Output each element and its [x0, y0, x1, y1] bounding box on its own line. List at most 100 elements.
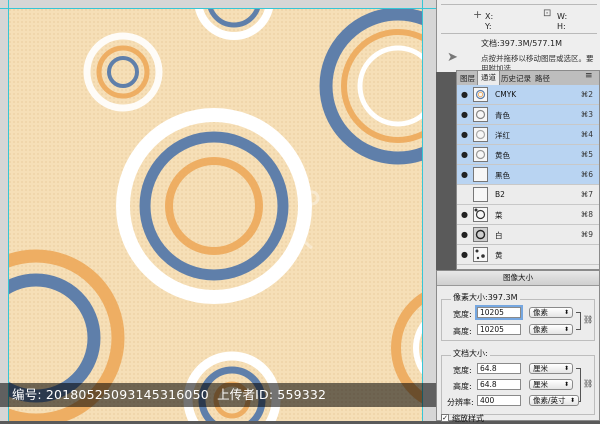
select-value: 像素 [533, 325, 548, 334]
channel-name: 黄色 [495, 151, 510, 160]
channel-thumbnail [473, 187, 488, 202]
select-value: 像素/英寸 [533, 396, 566, 405]
tab-history[interactable]: 历史记录 [501, 73, 531, 84]
channel-shortcut: ⌘8 [580, 210, 593, 219]
channel-thumbnail [473, 87, 488, 102]
dialog-title: 图像大小 [437, 271, 599, 286]
scale-styles-label: 缩放样式 [452, 414, 484, 423]
channel-name: 青色 [495, 111, 510, 120]
channel-shortcut: ⌘6 [580, 170, 593, 179]
visibility-eye-icon[interactable]: ● [461, 170, 468, 179]
pixel-height-unit-select[interactable]: 像素 ⬍ [529, 324, 573, 335]
channel-row-black[interactable]: ● 黑色 ⌘6 [457, 165, 599, 185]
watermark-number-label: 编号: [12, 387, 42, 402]
pixel-height-input[interactable]: 10205 [477, 324, 521, 335]
channel-row-huang[interactable]: ● 黄 [457, 245, 599, 265]
tab-channels[interactable]: 通道 [477, 71, 500, 85]
circle-pattern-artwork [8, 8, 422, 421]
doc-height-input[interactable]: 64.8 [477, 379, 521, 390]
info-divider [441, 33, 597, 34]
channel-row-cmyk[interactable]: ● CMYK ⌘2 [457, 85, 599, 105]
document-size-label: 文档大小: [451, 348, 490, 359]
channel-thumbnail [473, 227, 488, 242]
chevron-updown-icon: ⬍ [563, 365, 569, 372]
image-size-dialog: 图像大小 像素大小:397.3M 宽度: 10205 像素 ⬍ 高度: 10205… [436, 270, 600, 423]
pixel-height-label: 高度: [453, 327, 472, 336]
channel-row-cai[interactable]: ● 菜 ⌘8 [457, 205, 599, 225]
channel-thumbnail [473, 247, 488, 262]
doc-height-label: 高度: [453, 382, 472, 391]
channel-name: 黑色 [495, 171, 510, 180]
channel-name: CMYK [495, 90, 517, 99]
channel-thumbnail [473, 107, 488, 122]
chevron-updown-icon: ⬍ [563, 309, 569, 316]
channel-row-bai[interactable]: ● 白 ⌘9 [457, 225, 599, 245]
channels-panel-tabs: 图层 通道 历史记录 路径 ≡ [457, 71, 599, 86]
resolution-label: 分辨率: [447, 398, 474, 407]
pixel-width-label: 宽度: [453, 310, 472, 319]
guide-line-top[interactable] [0, 8, 436, 9]
channel-thumbnail [473, 147, 488, 162]
chevron-updown-icon: ⬍ [569, 397, 575, 404]
visibility-eye-icon[interactable]: ● [461, 90, 468, 99]
chevron-updown-icon: ⬍ [563, 381, 569, 388]
panel-menu-icon[interactable]: ≡ [585, 71, 593, 81]
tab-layers[interactable]: 图层 [460, 73, 475, 84]
channel-thumbnail [473, 207, 488, 222]
channel-row-magenta[interactable]: ● 洋红 ⌘4 [457, 125, 599, 145]
document-canvas-area[interactable]: 编号: 20180525093145316050 上传者ID: 559332 [0, 0, 436, 421]
pixel-width-input[interactable]: 10205 [477, 307, 521, 318]
channel-thumbnail [473, 167, 488, 182]
y-label: Y: [485, 22, 492, 31]
info-divider [441, 4, 597, 5]
h-label: H: [557, 22, 566, 31]
x-label: X: [485, 12, 494, 21]
channel-shortcut: ⌘2 [580, 90, 593, 99]
doc-width-input[interactable]: 64.8 [477, 363, 521, 374]
document-size-readout: 文档:397.3M/577.1M [481, 39, 562, 48]
channel-name: 黄 [495, 251, 503, 260]
selection-size-icon: ⊡ [543, 8, 552, 19]
watermark-number-value: 20180525093145316050 [45, 387, 209, 402]
resolution-unit-select[interactable]: 像素/英寸 ⬍ [529, 395, 579, 406]
visibility-eye-icon[interactable]: ● [461, 230, 468, 239]
doc-height-unit-select[interactable]: 厘米 ⬍ [529, 379, 573, 390]
channel-row-cyan[interactable]: ● 青色 ⌘3 [457, 105, 599, 125]
channel-row-b2[interactable]: B2 ⌘7 [457, 185, 599, 205]
doc-width-label: 宽度: [453, 366, 472, 375]
w-label: W: [557, 12, 568, 21]
move-tool-icon: ➤ [447, 50, 458, 65]
guide-line-left[interactable] [8, 0, 9, 421]
doc-width-unit-select[interactable]: 厘米 ⬍ [529, 363, 573, 374]
pixel-width-unit-select[interactable]: 像素 ⬍ [529, 307, 573, 318]
info-panel: + X: Y: ⊡ W: H: 文档:397.3M/577.1M ➤ 点按并拖移… [436, 0, 600, 73]
guide-line-right[interactable] [422, 0, 423, 421]
link-bracket [576, 312, 581, 330]
channel-shortcut: ⌘4 [580, 130, 593, 139]
visibility-eye-icon[interactable]: ● [461, 150, 468, 159]
select-value: 厘米 [533, 364, 548, 373]
channels-panel: 图层 通道 历史记录 路径 ≡ ● CMYK ⌘2 ● 青色 ⌘3 ● 洋红 ⌘… [456, 70, 600, 270]
select-value: 像素 [533, 308, 548, 317]
channel-row-yellow[interactable]: ● 黄色 ⌘5 [457, 145, 599, 165]
visibility-eye-icon[interactable]: ● [461, 110, 468, 119]
visibility-eye-icon[interactable]: ● [461, 210, 468, 219]
resolution-input[interactable]: 400 [477, 395, 521, 406]
tab-paths[interactable]: 路径 [535, 73, 550, 84]
visibility-eye-icon[interactable]: ● [461, 130, 468, 139]
channel-shortcut: ⌘5 [580, 150, 593, 159]
channel-name: 菜 [495, 211, 503, 220]
chain-link-icon: ⛓ [583, 379, 594, 388]
crosshair-icon: + [473, 8, 483, 21]
channel-name: B2 [495, 190, 505, 199]
select-value: 厘米 [533, 380, 548, 389]
watermark-bar: 编号: 20180525093145316050 上传者ID: 559332 [0, 383, 436, 407]
chain-link-icon: ⛓ [583, 315, 594, 324]
channel-shortcut: ⌘9 [580, 230, 593, 239]
channel-shortcut: ⌘7 [580, 190, 593, 199]
visibility-eye-icon[interactable]: ● [461, 250, 468, 259]
watermark-uploader-label: 上传者ID: [217, 387, 274, 402]
pixel-dimensions-label: 像素大小:397.3M [451, 292, 520, 303]
pattern-canvas[interactable] [8, 8, 422, 421]
watermark-uploader-value: 559332 [277, 387, 327, 402]
